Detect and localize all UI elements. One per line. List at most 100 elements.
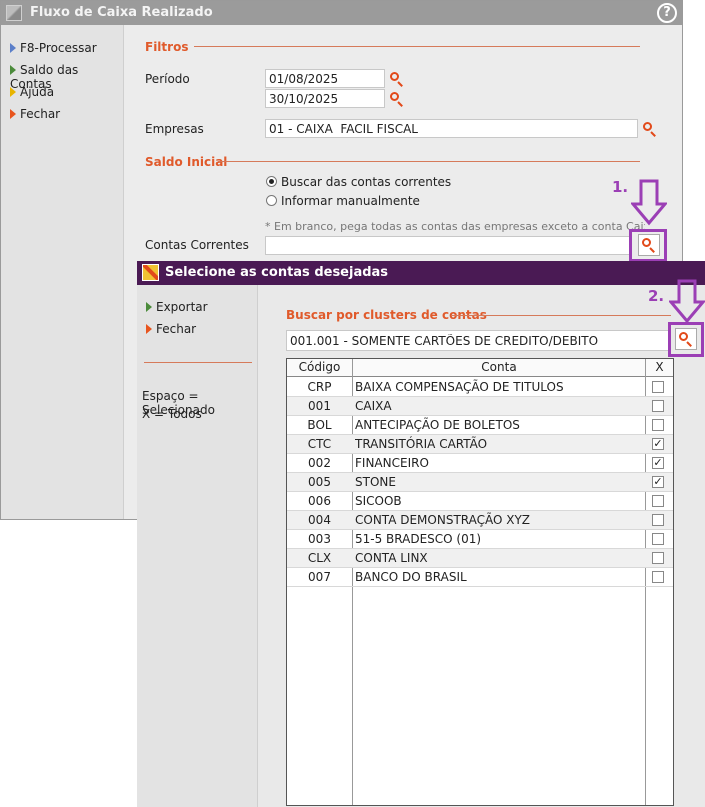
app-icon: [6, 5, 22, 21]
account-code: BOL: [307, 418, 332, 432]
unchecked-checkbox[interactable]: [652, 419, 664, 431]
search-icon[interactable]: [389, 91, 405, 107]
section-divider: [218, 161, 640, 162]
sidebar-item-saldo-contas[interactable]: Saldo das Contas: [10, 63, 123, 91]
cluster-search-button[interactable]: [675, 328, 697, 350]
table-row[interactable]: 003 51-5 BRADESCO (01): [287, 530, 673, 549]
dialog-app-icon: [142, 264, 159, 281]
data-inicio-input[interactable]: [265, 69, 385, 88]
window-title: Fluxo de Caixa Realizado: [30, 5, 213, 20]
data-fim-input[interactable]: [265, 89, 385, 108]
table-row[interactable]: 002 FINANCEIRO ✓: [287, 454, 673, 473]
dialog-sidebar-fechar[interactable]: Fechar: [146, 322, 196, 340]
unchecked-checkbox[interactable]: [652, 571, 664, 583]
account-name: 51-5 BRADESCO (01): [355, 532, 482, 546]
dialog-title-bar: Selecione as contas desejadas: [137, 261, 705, 285]
contas-correntes-input[interactable]: [265, 236, 630, 255]
annotation-step-2: 2.: [648, 287, 665, 305]
radio-label: Informar manualmente: [281, 194, 420, 208]
account-code: 004: [308, 513, 331, 527]
account-code: 007: [308, 570, 331, 584]
unchecked-checkbox[interactable]: [652, 400, 664, 412]
empresas-label: Empresas: [145, 122, 204, 136]
account-code: 005: [308, 475, 331, 489]
table-row[interactable]: CRP BAIXA COMPENSAÇÃO DE TITULOS: [287, 378, 673, 397]
account-code: CLX: [307, 551, 332, 565]
table-row[interactable]: 005 STONE ✓: [287, 473, 673, 492]
column-header-check[interactable]: X: [646, 359, 673, 377]
section-divider: [451, 315, 671, 316]
checked-checkbox[interactable]: ✓: [652, 438, 664, 450]
account-code: 003: [308, 532, 331, 546]
checked-checkbox[interactable]: ✓: [652, 457, 664, 469]
account-name: TRANSITÓRIA CARTÃO: [355, 437, 488, 451]
radio-informar-manual[interactable]: Informar manualmente: [266, 194, 420, 208]
column-header-name[interactable]: Conta: [353, 359, 645, 377]
account-name: SICOOB: [355, 494, 402, 508]
table-row[interactable]: CLX CONTA LINX: [287, 549, 673, 568]
saldo-inicial-section-title: Saldo Inicial: [145, 155, 228, 169]
help-icon[interactable]: ?: [657, 3, 677, 23]
dialog-title: Selecione as contas desejadas: [165, 265, 389, 280]
column-header-code[interactable]: Código: [287, 359, 352, 377]
legend-all: X = Todos: [142, 407, 202, 421]
dialog-content: Buscar por clusters de contas Código Con…: [258, 285, 705, 807]
table-row[interactable]: CTC TRANSITÓRIA CARTÃO ✓: [287, 435, 673, 454]
section-divider: [194, 46, 640, 47]
green-triangle-icon: [10, 65, 16, 75]
account-name: STONE: [355, 475, 396, 489]
account-name: BANCO DO BRASIL: [355, 570, 467, 584]
green-triangle-icon: [146, 302, 152, 312]
account-name: CONTA DEMONSTRAÇÃO XYZ: [355, 513, 531, 527]
radio-unselected-icon: [266, 195, 277, 206]
empresas-input[interactable]: [265, 119, 638, 138]
hint-text: * Em branco, pega todas as contas das em…: [265, 220, 645, 233]
search-icon[interactable]: [389, 71, 405, 87]
account-code: 001: [308, 399, 331, 413]
radio-selected-icon: [266, 176, 277, 187]
cluster-input[interactable]: [286, 330, 670, 351]
annotation-step-1: 1.: [612, 178, 629, 196]
sidebar-item-fechar[interactable]: Fechar: [10, 107, 60, 125]
account-code: CTC: [307, 437, 332, 451]
table-row[interactable]: 007 BANCO DO BRASIL: [287, 568, 673, 587]
table-row[interactable]: BOL ANTECIPAÇÃO DE BOLETOS: [287, 416, 673, 435]
periodo-label: Período: [145, 72, 190, 86]
account-code: 002: [308, 456, 331, 470]
table-row[interactable]: 001 CAIXA: [287, 397, 673, 416]
orange-triangle-icon: [10, 109, 16, 119]
sidebar-item-label: Fechar: [20, 107, 61, 121]
down-arrow-icon: [669, 279, 705, 324]
account-code: 006: [308, 494, 331, 508]
checked-checkbox[interactable]: ✓: [652, 476, 664, 488]
search-icon: [678, 331, 694, 347]
unchecked-checkbox[interactable]: [652, 514, 664, 526]
contas-search-button[interactable]: [638, 234, 660, 256]
sidebar-item-label: F8-Processar: [20, 41, 97, 55]
sidebar-divider: [144, 362, 252, 363]
unchecked-checkbox[interactable]: [652, 495, 664, 507]
dialog-sidebar-exportar[interactable]: Exportar: [146, 300, 208, 318]
unchecked-checkbox[interactable]: [652, 381, 664, 393]
account-name: CONTA LINX: [355, 551, 428, 565]
account-code: CRP: [307, 380, 332, 394]
search-icon: [641, 237, 657, 253]
search-icon[interactable]: [642, 121, 658, 137]
accounts-table: Código Conta X CRP BAIXA COMPENSAÇÃO DE T…: [286, 358, 674, 806]
unchecked-checkbox[interactable]: [652, 552, 664, 564]
contas-correntes-label: Contas Correntes: [145, 238, 249, 252]
unchecked-checkbox[interactable]: [652, 533, 664, 545]
title-bar: Fluxo de Caixa Realizado ?: [1, 1, 682, 25]
orange-triangle-icon: [146, 324, 152, 334]
account-name: BAIXA COMPENSAÇÃO DE TITULOS: [355, 380, 564, 394]
table-row[interactable]: 004 CONTA DEMONSTRAÇÃO XYZ: [287, 511, 673, 530]
sidebar-item-processar[interactable]: F8-Processar: [10, 41, 97, 59]
sidebar-item-ajuda[interactable]: Ajuda: [10, 85, 54, 103]
radio-buscar-contas[interactable]: Buscar das contas correntes: [266, 175, 451, 189]
select-accounts-dialog: Selecione as contas desejadas Exportar F…: [137, 261, 705, 807]
sidebar: F8-Processar Saldo das Contas Ajuda Fech…: [1, 25, 124, 519]
sidebar-item-label: Ajuda: [20, 85, 55, 99]
account-name: FINANCEIRO: [355, 456, 429, 470]
table-row[interactable]: 006 SICOOB: [287, 492, 673, 511]
filtros-section-title: Filtros: [145, 40, 189, 54]
